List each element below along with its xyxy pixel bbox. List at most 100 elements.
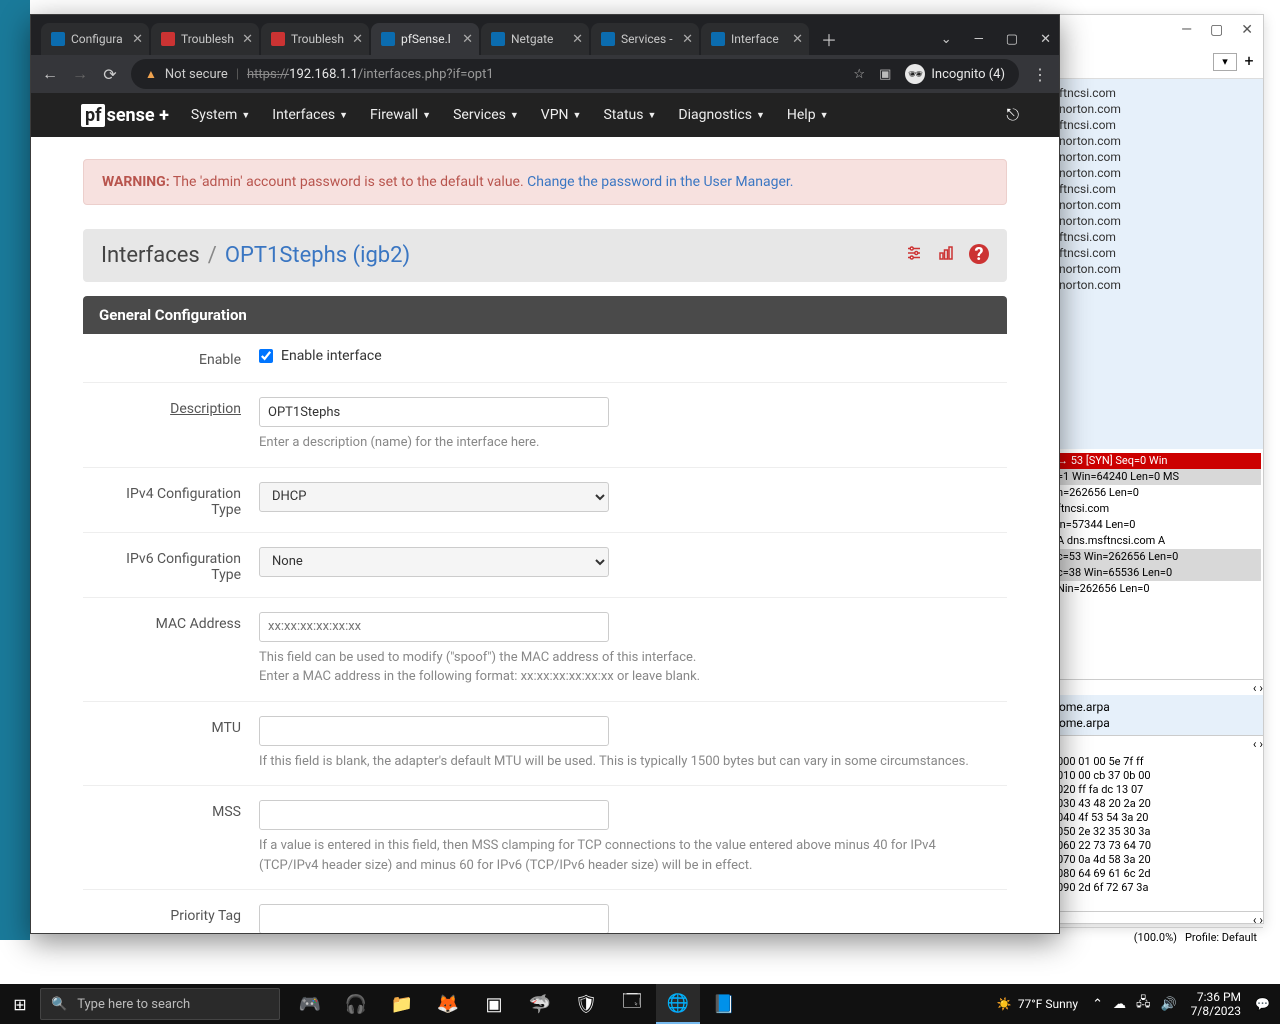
tab-5[interactable]: Services -✕ [591, 23, 699, 55]
tab-close-icon[interactable]: ✕ [462, 32, 473, 47]
minimize-icon[interactable]: ― [1181, 22, 1192, 38]
menu-interfaces[interactable]: Interfaces ▼ [272, 107, 348, 123]
bg-tree[interactable]: ome.arpaome.arpa [1055, 695, 1263, 735]
menu-help[interactable]: Help ▼ [787, 107, 829, 123]
bg-hex-dump[interactable]: 000 01 00 5e 7f ff010 00 cb 37 0b 00020 … [1055, 751, 1263, 911]
bg-packet-list[interactable]: → 53 [SYN] Seq=0 Win=1 Win=64240 Len=0 M… [1055, 449, 1263, 679]
tab-title: Troublesh [181, 32, 236, 46]
close-icon[interactable]: ✕ [1241, 22, 1253, 38]
new-tab-button[interactable]: ＋ [811, 23, 847, 55]
app-generic[interactable]: 🗔 [610, 984, 654, 1024]
tab-2[interactable]: Troublesh✕ [261, 23, 369, 55]
bg-hscroll[interactable]: ‹ › [1055, 679, 1263, 695]
pfsense-logo[interactable]: pfsense + [81, 105, 169, 126]
bg-hscroll2[interactable]: ‹ › [1055, 735, 1263, 751]
taskbar-weather[interactable]: ☀️ 77°F Sunny [997, 997, 1078, 1011]
app-word[interactable]: 📘 [702, 984, 746, 1024]
help-icon[interactable]: ? [969, 244, 989, 264]
chrome-maximize-icon[interactable]: ▢ [1006, 32, 1018, 47]
description-input[interactable] [259, 397, 609, 427]
chrome-window: Configura✕Troublesh✕Troublesh✕pfSense.l✕… [30, 14, 1060, 934]
forward-button[interactable]: → [71, 65, 89, 83]
mac-help1: This field can be used to modify ("spoof… [259, 648, 991, 668]
bg-domain-list[interactable]: ftncsi.comnorton.comftncsi.comnorton.com… [1055, 79, 1263, 449]
enable-checkbox-input[interactable] [259, 349, 273, 363]
incognito-badge[interactable]: 🕶 Incognito (4) [905, 64, 1005, 84]
tab-4[interactable]: Netgate ✕ [481, 23, 589, 55]
app-firefox[interactable]: 🦊 [426, 984, 470, 1024]
chrome-window-controls: ⌄ ― ▢ ✕ [941, 23, 1051, 55]
label-description: Description [99, 397, 259, 453]
tab-favicon [381, 32, 395, 46]
start-button[interactable]: ⊞ [0, 995, 40, 1014]
app-gamepad[interactable]: 🎮 [288, 984, 332, 1024]
breadcrumb-root[interactable]: Interfaces [101, 243, 200, 268]
tab-close-icon[interactable]: ✕ [682, 32, 693, 47]
address-bar[interactable]: ▲ Not secure | https://192.168.1.1/inter… [131, 59, 1019, 89]
menu-status[interactable]: Status ▼ [603, 107, 656, 123]
tab-title: Netgate [511, 32, 566, 46]
app-explorer[interactable]: 📁 [380, 984, 424, 1024]
taskbar-clock[interactable]: 7:36 PM 7/8/2023 [1191, 990, 1241, 1018]
tab-1[interactable]: Troublesh ✕ [151, 23, 259, 55]
tray-cloud-icon[interactable]: ☁ [1113, 997, 1126, 1012]
mtu-input[interactable] [259, 716, 609, 746]
ipv6-select[interactable]: None [259, 547, 609, 577]
tab-close-icon[interactable]: ✕ [572, 32, 583, 47]
menu-firewall[interactable]: Firewall ▼ [370, 107, 431, 123]
back-button[interactable]: ← [41, 65, 59, 83]
mss-input[interactable] [259, 800, 609, 830]
label-ipv6: IPv6 Configuration Type [99, 547, 259, 583]
label-mss: MSS [99, 800, 259, 875]
desktop-background [0, 0, 30, 940]
chrome-close-icon[interactable]: ✕ [1040, 32, 1051, 47]
chrome-menu-button[interactable]: ⋮ [1031, 65, 1049, 83]
app-terminal[interactable]: ▣ [472, 984, 516, 1024]
tab-6[interactable]: Interface ✕ [701, 23, 809, 55]
menu-vpn[interactable]: VPN ▼ [541, 107, 582, 123]
windows-taskbar: ⊞ 🔍 Type here to search 🎮 🎧 📁 🦊 ▣ 🦈 🛡 🗔 … [0, 984, 1280, 1024]
bg-add-button[interactable]: + [1241, 54, 1257, 70]
taskbar-search[interactable]: 🔍 Type here to search [40, 988, 280, 1020]
menu-services[interactable]: Services ▼ [453, 107, 519, 123]
tray-chevron-icon[interactable]: ⌃ [1092, 997, 1103, 1012]
chrome-chevron-icon[interactable]: ⌄ [941, 32, 952, 47]
tab-title: Configura [71, 32, 126, 46]
chart-icon[interactable] [937, 244, 955, 267]
menu-system[interactable]: System ▼ [191, 107, 250, 123]
mac-input[interactable] [259, 612, 609, 642]
app-chrome[interactable]: 🌐 [656, 984, 700, 1024]
tray-network-icon[interactable]: 🖧 [1136, 993, 1151, 1015]
warning-alert: WARNING: The 'admin' account password is… [83, 159, 1007, 205]
chrome-minimize-icon[interactable]: ― [974, 32, 984, 47]
warning-link[interactable]: Change the password in the User Manager. [527, 174, 793, 190]
enable-checkbox[interactable]: Enable interface [259, 348, 991, 364]
app-security[interactable]: 🛡 [564, 984, 608, 1024]
tray-volume-icon[interactable]: 🔊 [1160, 997, 1176, 1012]
tab-close-icon[interactable]: ✕ [132, 32, 143, 47]
ipv4-select[interactable]: DHCP [259, 482, 609, 512]
bg-titlebar: ― ▢ ✕ [1055, 15, 1263, 45]
tab-close-icon[interactable]: ✕ [792, 32, 803, 47]
maximize-icon[interactable]: ▢ [1210, 22, 1223, 38]
breadcrumb-current[interactable]: OPT1Stephs (igb2) [225, 243, 410, 268]
tab-close-icon[interactable]: ✕ [352, 32, 363, 47]
app-headset[interactable]: 🎧 [334, 984, 378, 1024]
page-viewport[interactable]: pfsense + System ▼ Interfaces ▼ Firewall ▼… [31, 93, 1059, 933]
star-icon[interactable]: ☆ [853, 67, 865, 82]
panel-icon[interactable]: ▣ [879, 67, 891, 82]
tab-3[interactable]: pfSense.l✕ [371, 23, 479, 55]
menu-diagnostics[interactable]: Diagnostics ▼ [678, 107, 764, 123]
app-wireshark[interactable]: 🦈 [518, 984, 562, 1024]
system-tray[interactable]: ⌃ ☁ 🖧 🔊 [1092, 993, 1177, 1015]
settings-icon[interactable] [905, 244, 923, 267]
reload-button[interactable]: ⟳ [101, 65, 119, 83]
bg-dropdown[interactable]: ▾ [1213, 53, 1237, 71]
tab-title: Interface [731, 32, 786, 46]
priority-input[interactable] [259, 904, 609, 933]
bg-hscroll3[interactable]: ‹ › [1055, 911, 1263, 927]
tab-close-icon[interactable]: ✕ [242, 32, 253, 47]
tab-0[interactable]: Configura ✕ [41, 23, 149, 55]
notifications-icon[interactable]: 💬 [1255, 997, 1270, 1011]
logout-icon[interactable]: ⎋ [1006, 105, 1019, 125]
